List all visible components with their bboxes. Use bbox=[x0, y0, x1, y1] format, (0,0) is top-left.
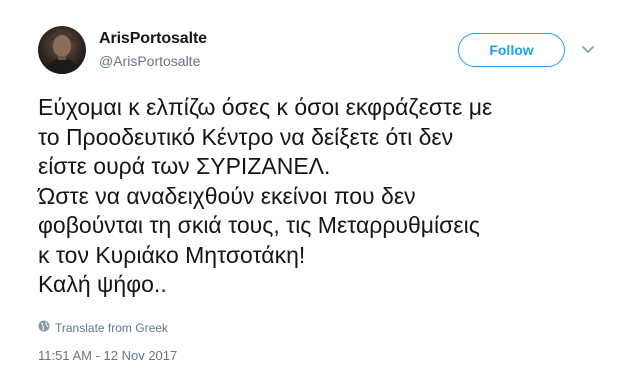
tweet-timestamp[interactable]: 11:51 AM - 12 Nov 2017 bbox=[38, 348, 177, 363]
chevron-down-icon[interactable] bbox=[581, 42, 595, 53]
translate-label: Translate from Greek bbox=[55, 320, 168, 335]
follow-button[interactable]: Follow bbox=[458, 33, 565, 67]
tweet-text: Εύχομαι κ ελπίζω όσες κ όσοι εκφράζεστε … bbox=[38, 94, 493, 297]
user-handle[interactable]: @ArisPortosalte bbox=[99, 53, 200, 69]
avatar[interactable] bbox=[38, 26, 86, 74]
translate-link[interactable]: Translate from Greek bbox=[38, 320, 168, 335]
globe-icon bbox=[38, 320, 50, 335]
display-name[interactable]: ArisPortosalte bbox=[99, 30, 207, 48]
tweet-card: ArisPortosalte @ArisPortosalte Follow Εύ… bbox=[0, 0, 625, 372]
